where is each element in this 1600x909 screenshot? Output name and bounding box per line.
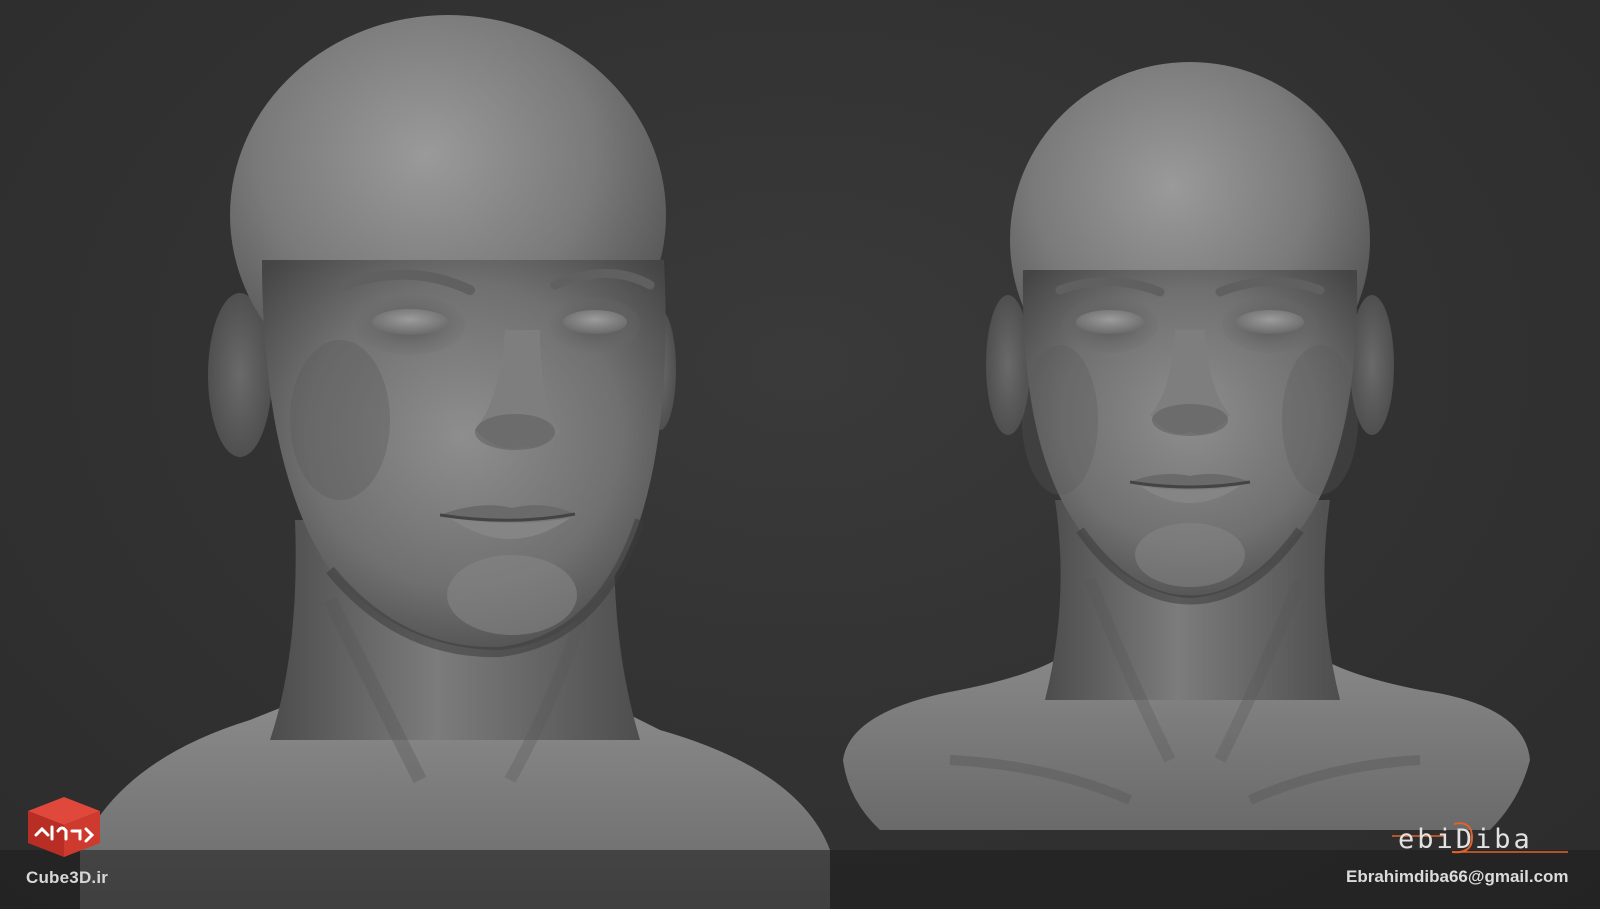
watermark-site: Cube3D.ir — [26, 868, 109, 887]
signature: ebiDiba — [1392, 818, 1568, 858]
eye-right-b — [1236, 310, 1304, 334]
contact-email: Ebrahimdiba66@gmail.com — [1346, 867, 1569, 886]
render-viewport: Cube3D.ir ebiDiba Ebrahimdiba66@gmail.co… — [0, 0, 1600, 909]
sculpt-bust-three-quarter — [80, 15, 830, 909]
sculpt-render — [80, 15, 1530, 909]
cube-icon — [28, 797, 100, 857]
eye-left-a — [372, 309, 448, 335]
sculpt-bust-front — [843, 62, 1530, 830]
signature-text: ebiDiba — [1398, 824, 1533, 855]
eye-left-b — [563, 310, 627, 334]
eye-right-a — [1076, 310, 1144, 334]
